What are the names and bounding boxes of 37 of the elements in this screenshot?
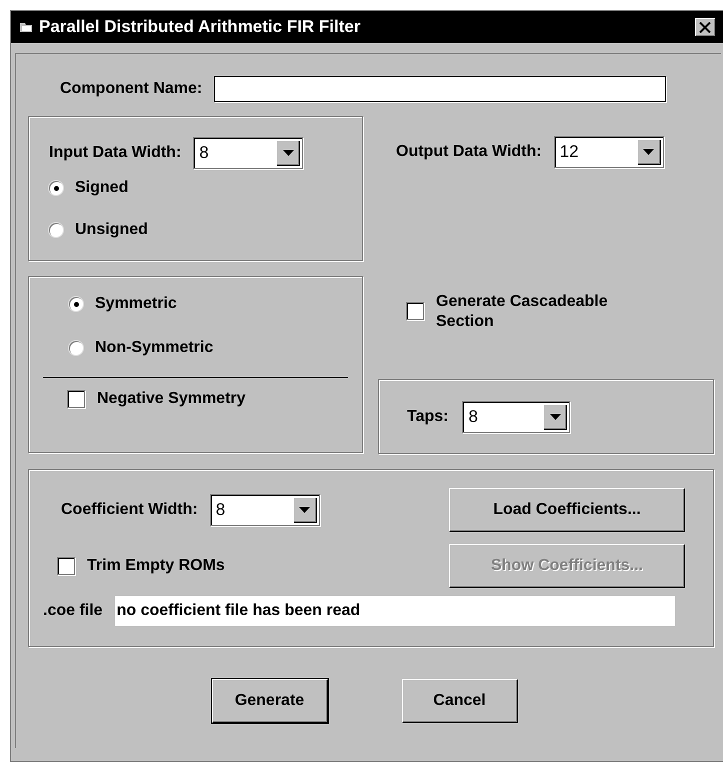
dropdown-arrow-icon	[550, 414, 561, 420]
field-label: .coe file	[43, 602, 103, 620]
field-label: Output Data Width:	[396, 143, 542, 161]
radio-button[interactable]	[69, 297, 83, 311]
radio-button[interactable]	[49, 181, 63, 195]
window-title: Parallel Distributed Arithmetic FIR Filter	[39, 17, 360, 37]
checkbox[interactable]	[57, 557, 75, 575]
field-label: Taps:	[407, 408, 448, 426]
generate-button[interactable]: Generate	[212, 679, 328, 723]
coefficient-width-dropdown[interactable]: 8	[210, 494, 320, 526]
checkbox-label: Negative Symmetry	[97, 390, 246, 408]
app-icon	[19, 21, 33, 33]
checkbox[interactable]	[406, 302, 424, 320]
radio-button[interactable]	[69, 341, 83, 355]
component-name-field[interactable]	[214, 76, 666, 102]
coe-file-field[interactable]: no coefficient file has been read	[114, 596, 675, 626]
field-label: Component Name:	[60, 80, 202, 98]
input-width-dropdown[interactable]: 8	[193, 137, 304, 169]
load-coefficients-button[interactable]: Load Coefficients...	[449, 488, 685, 532]
output-width-dropdown[interactable]: 12	[554, 136, 664, 168]
radio-label: Signed	[75, 179, 128, 197]
dropdown-arrow-icon	[643, 149, 654, 155]
dropdown-arrow-icon	[299, 507, 310, 513]
field-label: Input Data Width:	[49, 144, 182, 162]
checkbox-label: Generate Cascadeable Section	[436, 292, 609, 332]
radio-label: Unsigned	[75, 221, 148, 239]
cancel-button[interactable]: Cancel	[402, 679, 518, 723]
field-label: Coefficient Width:	[61, 501, 198, 519]
checkbox-label: Trim Empty ROMs	[87, 557, 225, 575]
dropdown-arrow-icon	[282, 150, 294, 156]
checkbox[interactable]	[67, 390, 85, 408]
radio-button[interactable]	[49, 223, 63, 237]
radio-label: Symmetric	[95, 295, 177, 313]
close-icon	[699, 22, 711, 32]
taps-dropdown[interactable]: 8	[462, 400, 570, 432]
close-button[interactable]	[694, 17, 716, 37]
radio-label: Non-Symmetric	[95, 339, 214, 357]
